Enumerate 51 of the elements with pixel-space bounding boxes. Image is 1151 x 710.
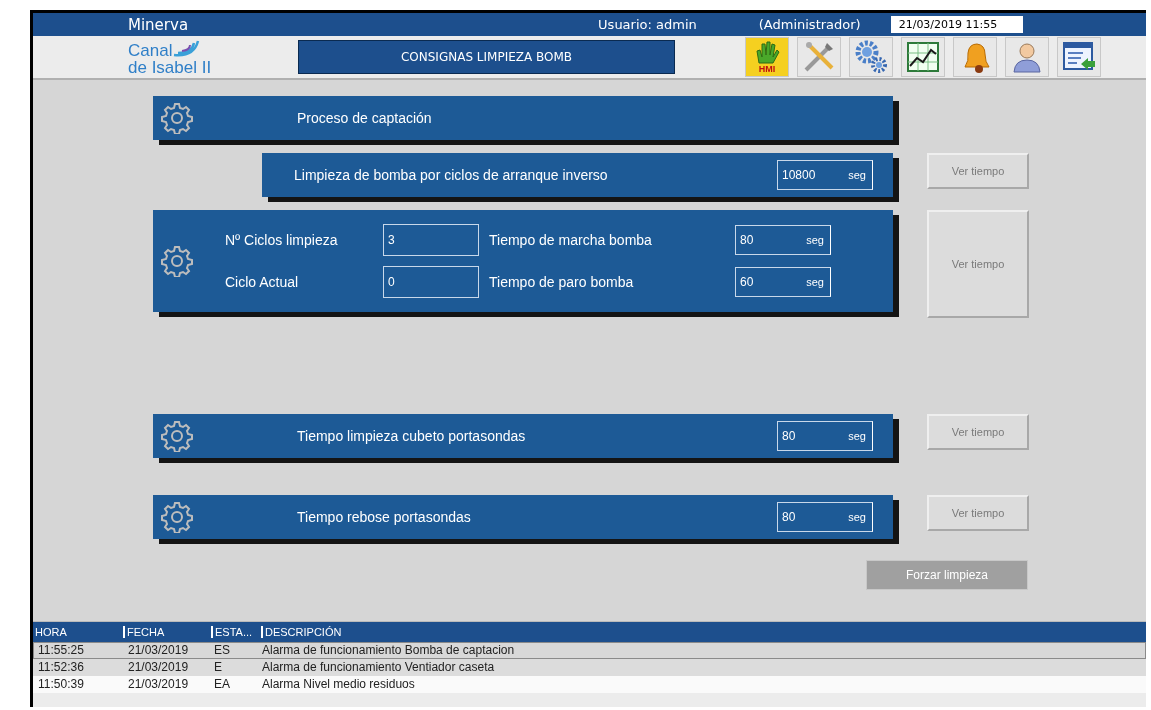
user-label: Usuario: admin [598, 17, 697, 32]
table-cell-text: Alarma Nivel medio residuos [261, 677, 416, 692]
app-name: Minerva [128, 15, 189, 34]
table-cell-text: ES [213, 643, 231, 658]
table-cell-text: 11:52:36 [37, 660, 85, 675]
settings-icon [161, 420, 193, 452]
screen-title: CONSIGNAS LIMPIEZA BOMB [298, 40, 675, 74]
alarm-row[interactable]: 11:55:25 21/03/2019 ES Alarma de funcionamiento Bomba de captacion [33, 642, 1146, 659]
gears-icon[interactable] [849, 37, 893, 77]
value-field[interactable]: 80 seg [777, 421, 873, 451]
field-label: Tiempo de paro bomba [489, 274, 635, 290]
column-header[interactable]: DESCRIPCIÓN [263, 626, 1146, 638]
settings-icon [161, 245, 193, 277]
value-field[interactable]: 0 [383, 266, 479, 298]
chart-icon[interactable] [901, 37, 945, 77]
value-field[interactable]: 60 seg [735, 267, 831, 297]
field-label: Nº Ciclos limpieza [225, 232, 339, 248]
value-field[interactable]: 80 seg [735, 225, 831, 255]
table-cell-text: Alarma de funcionamiento Ventiador caseta [261, 660, 496, 675]
table-cell-text: 21/03/2019 [127, 677, 190, 692]
table-cell-text: 11:55:25 [37, 643, 85, 658]
table-cell-text: E [213, 660, 223, 675]
alarm-row[interactable]: 11:50:39 21/03/2019 EA Alarma Nivel medio residuos [33, 676, 1146, 693]
table-cell-text: 11:50:39 [37, 677, 85, 692]
table-cell-text: 21/03/2019 [127, 643, 190, 658]
bell-icon[interactable] [953, 37, 997, 77]
value-field[interactable]: 3 [383, 224, 479, 256]
table-cell-text: 21/03/2019 [127, 660, 190, 675]
hand-icon [753, 40, 781, 65]
settings-icon [161, 501, 193, 533]
user-icon[interactable] [1005, 37, 1049, 77]
value-field[interactable]: 80 seg [777, 502, 873, 532]
column-header[interactable]: ESTA... [213, 626, 263, 638]
table-cell-text: EA [213, 677, 231, 692]
logo-text: de Isabel II [128, 58, 213, 76]
hmi-hand-button[interactable]: HMI [745, 37, 789, 77]
value-field[interactable]: 10800 seg [777, 160, 873, 190]
role-label: (Administrador) [758, 17, 861, 32]
logo-text: Canal [128, 41, 173, 59]
settings-icon [161, 102, 193, 134]
datetime-display: 21/03/2019 11:55 [890, 16, 1023, 33]
column-header[interactable]: HORA [33, 626, 125, 638]
alarm-row[interactable]: 11:52:36 21/03/2019 E Alarma de funcionamiento Ventiador caseta [33, 659, 1146, 676]
table-cell-text: Alarma de funcionamiento Bomba de captacion [261, 643, 516, 658]
setting-label: Tiempo rebose portasondas [297, 509, 472, 525]
setting-label: Limpieza de bomba por ciclos de arranque inverso [294, 167, 609, 183]
setting-label: Tiempo limpieza cubeto portasondas [297, 428, 527, 444]
column-header[interactable]: FECHA [125, 626, 213, 638]
field-label: Ciclo Actual [225, 274, 300, 290]
section-title: Proceso de captación [297, 110, 433, 126]
field-label: Tiempo de marcha bomba [489, 232, 653, 248]
